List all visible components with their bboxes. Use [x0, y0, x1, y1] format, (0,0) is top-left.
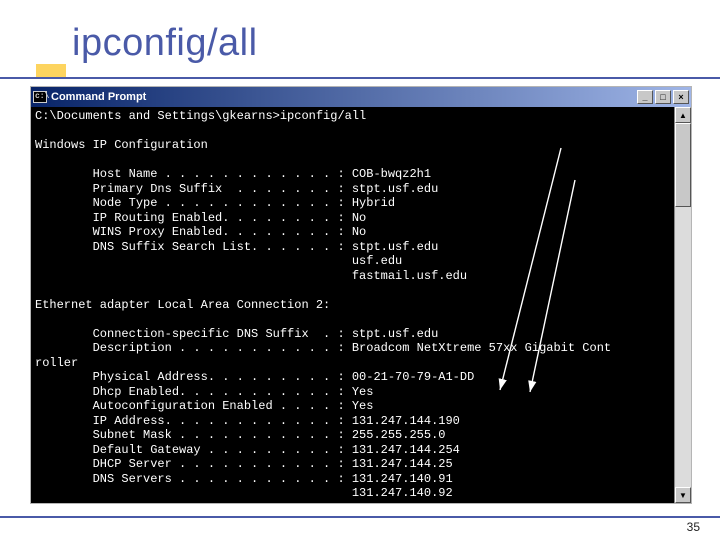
- window-controls: _ □ ×: [637, 90, 691, 104]
- scrollbar-track[interactable]: [675, 123, 691, 487]
- console-line: Subnet Mask . . . . . . . . . . . : 255.…: [35, 428, 445, 442]
- scroll-up-button[interactable]: ▲: [675, 107, 691, 123]
- console-line: DHCP Server . . . . . . . . . . . : 131.…: [35, 457, 453, 471]
- slide-title-area: ipconfig/all: [0, 22, 720, 78]
- console-line: Windows IP Configuration: [35, 138, 208, 152]
- console-line: usf.edu: [35, 254, 402, 268]
- command-prompt-window: c:\ Command Prompt _ □ × C:\Documents an…: [30, 86, 692, 504]
- console-line: roller: [35, 356, 78, 370]
- console-line: Host Name . . . . . . . . . . . . : COB-…: [35, 167, 431, 181]
- console-line: IP Address. . . . . . . . . . . . : 131.…: [35, 414, 460, 428]
- console-line: Ethernet adapter Local Area Connection 2…: [35, 298, 330, 312]
- scrollbar-thumb[interactable]: [675, 123, 691, 207]
- console-line: Dhcp Enabled. . . . . . . . . . . : Yes: [35, 385, 373, 399]
- console-line: IP Routing Enabled. . . . . . . . : No: [35, 211, 366, 225]
- console-line: DNS Suffix Search List. . . . . . : stpt…: [35, 240, 438, 254]
- titlebar-icon: c:\: [33, 91, 47, 103]
- maximize-button[interactable]: □: [655, 90, 671, 104]
- window-titlebar[interactable]: c:\ Command Prompt _ □ ×: [31, 87, 691, 107]
- minimize-button[interactable]: _: [637, 90, 653, 104]
- console-line: WINS Proxy Enabled. . . . . . . . : No: [35, 225, 366, 239]
- console-line: DNS Servers . . . . . . . . . . . : 131.…: [35, 472, 453, 486]
- console-line: Node Type . . . . . . . . . . . . : Hybr…: [35, 196, 395, 210]
- console-line: Default Gateway . . . . . . . . . : 131.…: [35, 443, 460, 457]
- console-line: Primary Dns Suffix . . . . . . . : stpt.…: [35, 182, 438, 196]
- title-underline: [0, 77, 720, 79]
- window-title: Command Prompt: [51, 91, 146, 103]
- console-line: C:\Documents and Settings\gkearns>ipconf…: [35, 109, 366, 123]
- console-line: 131.247.140.92: [35, 486, 453, 500]
- slide-footer: 35: [0, 516, 720, 534]
- console-area: C:\Documents and Settings\gkearns>ipconf…: [31, 107, 691, 503]
- console-line: fastmail.usf.edu: [35, 269, 467, 283]
- console-line: Description . . . . . . . . . . . : Broa…: [35, 341, 611, 355]
- title-accent: [36, 64, 66, 78]
- close-button[interactable]: ×: [673, 90, 689, 104]
- vertical-scrollbar[interactable]: ▲ ▼: [674, 107, 691, 503]
- slide-title: ipconfig/all: [72, 22, 258, 65]
- console-output: C:\Documents and Settings\gkearns>ipconf…: [31, 107, 674, 503]
- console-line: Connection-specific DNS Suffix . : stpt.…: [35, 327, 438, 341]
- scroll-down-button[interactable]: ▼: [675, 487, 691, 503]
- console-line: Physical Address. . . . . . . . . : 00-2…: [35, 370, 474, 384]
- console-line: Autoconfiguration Enabled . . . . : Yes: [35, 399, 373, 413]
- page-number: 35: [687, 520, 700, 534]
